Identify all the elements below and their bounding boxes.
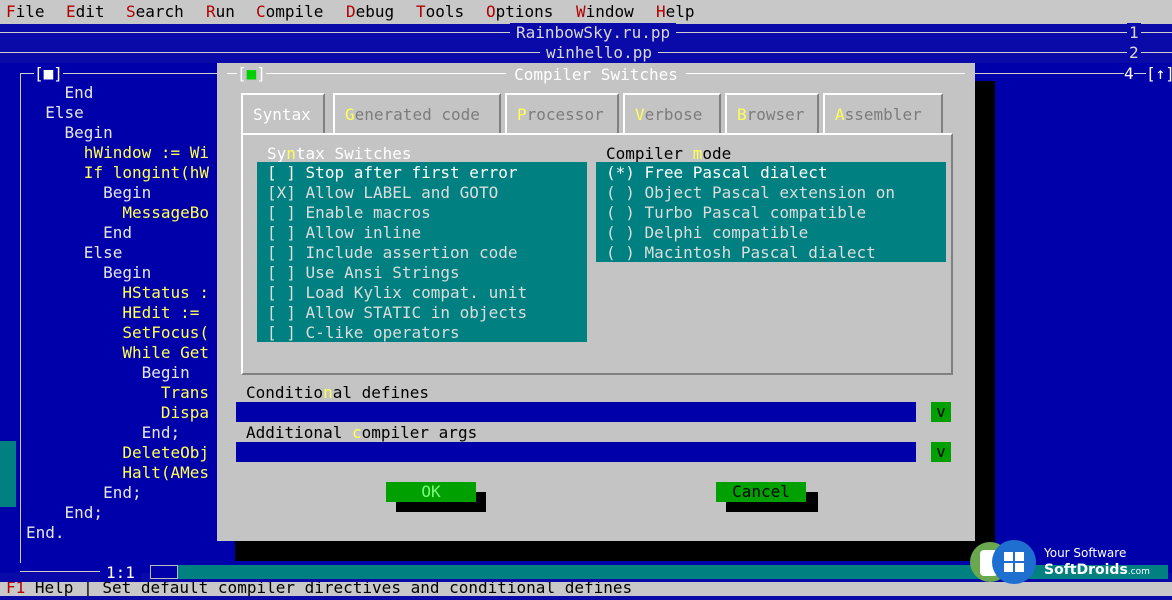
menu-help[interactable]: Help bbox=[656, 2, 695, 21]
tab-processor[interactable]: Processor bbox=[505, 93, 619, 135]
code-line[interactable]: End; bbox=[26, 503, 104, 522]
code-line[interactable]: hWindow := Wi bbox=[26, 143, 209, 162]
code-line[interactable]: End; bbox=[26, 483, 142, 502]
radio-turbo-pascal[interactable]: ( ) Turbo Pascal compatible bbox=[606, 203, 866, 222]
radio-object-pascal[interactable]: ( ) Object Pascal extension on bbox=[606, 183, 895, 202]
compiler-mode-label: Compiler mode bbox=[606, 144, 732, 163]
checkbox-enable-macros[interactable]: [ ] Enable macros bbox=[267, 203, 431, 222]
checkbox-use-ansi-strings[interactable]: [ ] Use Ansi Strings bbox=[267, 263, 460, 282]
code-line[interactable]: DeleteObj bbox=[26, 443, 209, 462]
checkbox-load-kylix-compat[interactable]: [ ] Load Kylix compat. unit bbox=[267, 283, 527, 302]
scroll-left-icon[interactable] bbox=[150, 565, 178, 579]
menu-compile[interactable]: Compile bbox=[256, 2, 323, 21]
code-line[interactable]: While Get bbox=[26, 343, 209, 362]
radio-delphi[interactable]: ( ) Delphi compatible bbox=[606, 223, 808, 242]
tab-generated-code[interactable]: Generated code bbox=[333, 93, 501, 135]
menu-run[interactable]: Run bbox=[206, 2, 235, 21]
editor-close-box[interactable]: [■] bbox=[34, 64, 63, 83]
additional-args-history-button[interactable]: v bbox=[931, 442, 951, 462]
code-line[interactable]: Begin bbox=[26, 363, 190, 382]
editor-number: 4 bbox=[1124, 64, 1134, 83]
code-line[interactable]: End; bbox=[26, 423, 181, 442]
menu-search[interactable]: Search bbox=[126, 2, 184, 21]
compiler-switches-dialog: [■] Compiler Switches Syntax Generated c… bbox=[217, 63, 975, 541]
code-line[interactable]: End bbox=[26, 223, 132, 242]
menu-window[interactable]: Window bbox=[576, 2, 634, 21]
code-line[interactable]: Else bbox=[26, 103, 84, 122]
menu-debug[interactable]: Debug bbox=[346, 2, 394, 21]
code-line[interactable]: Trans bbox=[26, 383, 209, 402]
additional-args-input[interactable] bbox=[236, 442, 916, 462]
checkbox-allow-static[interactable]: [ ] Allow STATIC in objects bbox=[267, 303, 527, 322]
menu-bar: File Edit Search Run Compile Debug Tools… bbox=[0, 0, 1172, 24]
checkbox-stop-after-first-error[interactable]: [ ] Stop after first error bbox=[267, 163, 517, 182]
tab-assembler[interactable]: Assembler bbox=[823, 93, 943, 135]
code-line[interactable]: Halt(AMes bbox=[26, 463, 209, 482]
editor-left-border bbox=[20, 73, 21, 563]
window-title-winhello[interactable]: winhello.pp bbox=[540, 43, 658, 62]
code-line[interactable]: If longint(hW bbox=[26, 163, 209, 182]
menu-edit[interactable]: Edit bbox=[66, 2, 105, 21]
menu-options[interactable]: Options bbox=[486, 2, 553, 21]
code-line[interactable]: End bbox=[26, 83, 94, 102]
conditional-defines-history-button[interactable]: v bbox=[931, 402, 951, 422]
tab-verbose[interactable]: Verbose bbox=[623, 93, 721, 135]
code-line[interactable]: Begin bbox=[26, 123, 113, 142]
checkbox-allow-label-goto[interactable]: [X] Allow LABEL and GOTO bbox=[267, 183, 498, 202]
code-line[interactable]: HStatus : bbox=[26, 283, 209, 302]
additional-args-label: Additional compiler args bbox=[246, 423, 478, 442]
radio-macintosh-pascal[interactable]: ( ) Macintosh Pascal dialect bbox=[606, 243, 876, 262]
softdroids-watermark: Your Software SoftDroids.com bbox=[966, 540, 1172, 596]
code-line[interactable]: Else bbox=[26, 243, 123, 262]
tab-browser[interactable]: Browser bbox=[725, 93, 819, 135]
code-line[interactable]: End. bbox=[26, 523, 65, 542]
code-line[interactable]: Dispa bbox=[26, 403, 209, 422]
watermark-tagline: Your Software bbox=[1044, 546, 1127, 560]
menu-file[interactable]: File bbox=[6, 2, 45, 21]
code-line[interactable]: SetFocus( bbox=[26, 323, 209, 342]
cancel-button[interactable]: Cancel bbox=[716, 482, 806, 502]
code-line[interactable]: Begin bbox=[26, 263, 151, 282]
checkbox-c-like-operators[interactable]: [ ] C-like operators bbox=[267, 323, 460, 342]
tab-syntax[interactable]: Syntax bbox=[241, 93, 325, 135]
status-help-hint[interactable]: F1 Help | Set default compiler directive… bbox=[6, 582, 632, 596]
zoom-icon[interactable]: [↑] bbox=[1146, 64, 1172, 83]
scrollbar-track[interactable] bbox=[0, 441, 16, 507]
code-line[interactable]: MessageBo bbox=[26, 203, 209, 222]
watermark-brand: SoftDroids.com bbox=[1044, 562, 1150, 578]
conditional-defines-input[interactable] bbox=[236, 402, 916, 422]
window-title-rainbowsky[interactable]: RainbowSky.ru.pp bbox=[510, 23, 677, 42]
editor-bottom-border bbox=[20, 571, 100, 572]
code-line[interactable]: Begin bbox=[26, 183, 151, 202]
code-line[interactable]: HEdit := bbox=[26, 303, 199, 322]
cursor-position: 1:1 bbox=[100, 563, 141, 582]
window-number-2[interactable]: 2 bbox=[1127, 43, 1141, 62]
checkbox-allow-inline[interactable]: [ ] Allow inline bbox=[267, 223, 421, 242]
menu-tools[interactable]: Tools bbox=[416, 2, 464, 21]
window-number-1[interactable]: 1 bbox=[1127, 23, 1141, 42]
conditional-defines-label: Conditional defines bbox=[246, 383, 430, 402]
syntax-switches-label: Syntax Switches bbox=[267, 144, 412, 163]
checkbox-include-assertion-code[interactable]: [ ] Include assertion code bbox=[267, 243, 517, 262]
ok-button[interactable]: OK bbox=[386, 482, 476, 502]
radio-free-pascal[interactable]: (*) Free Pascal dialect bbox=[606, 163, 828, 182]
dialog-title: Compiler Switches bbox=[217, 65, 975, 84]
